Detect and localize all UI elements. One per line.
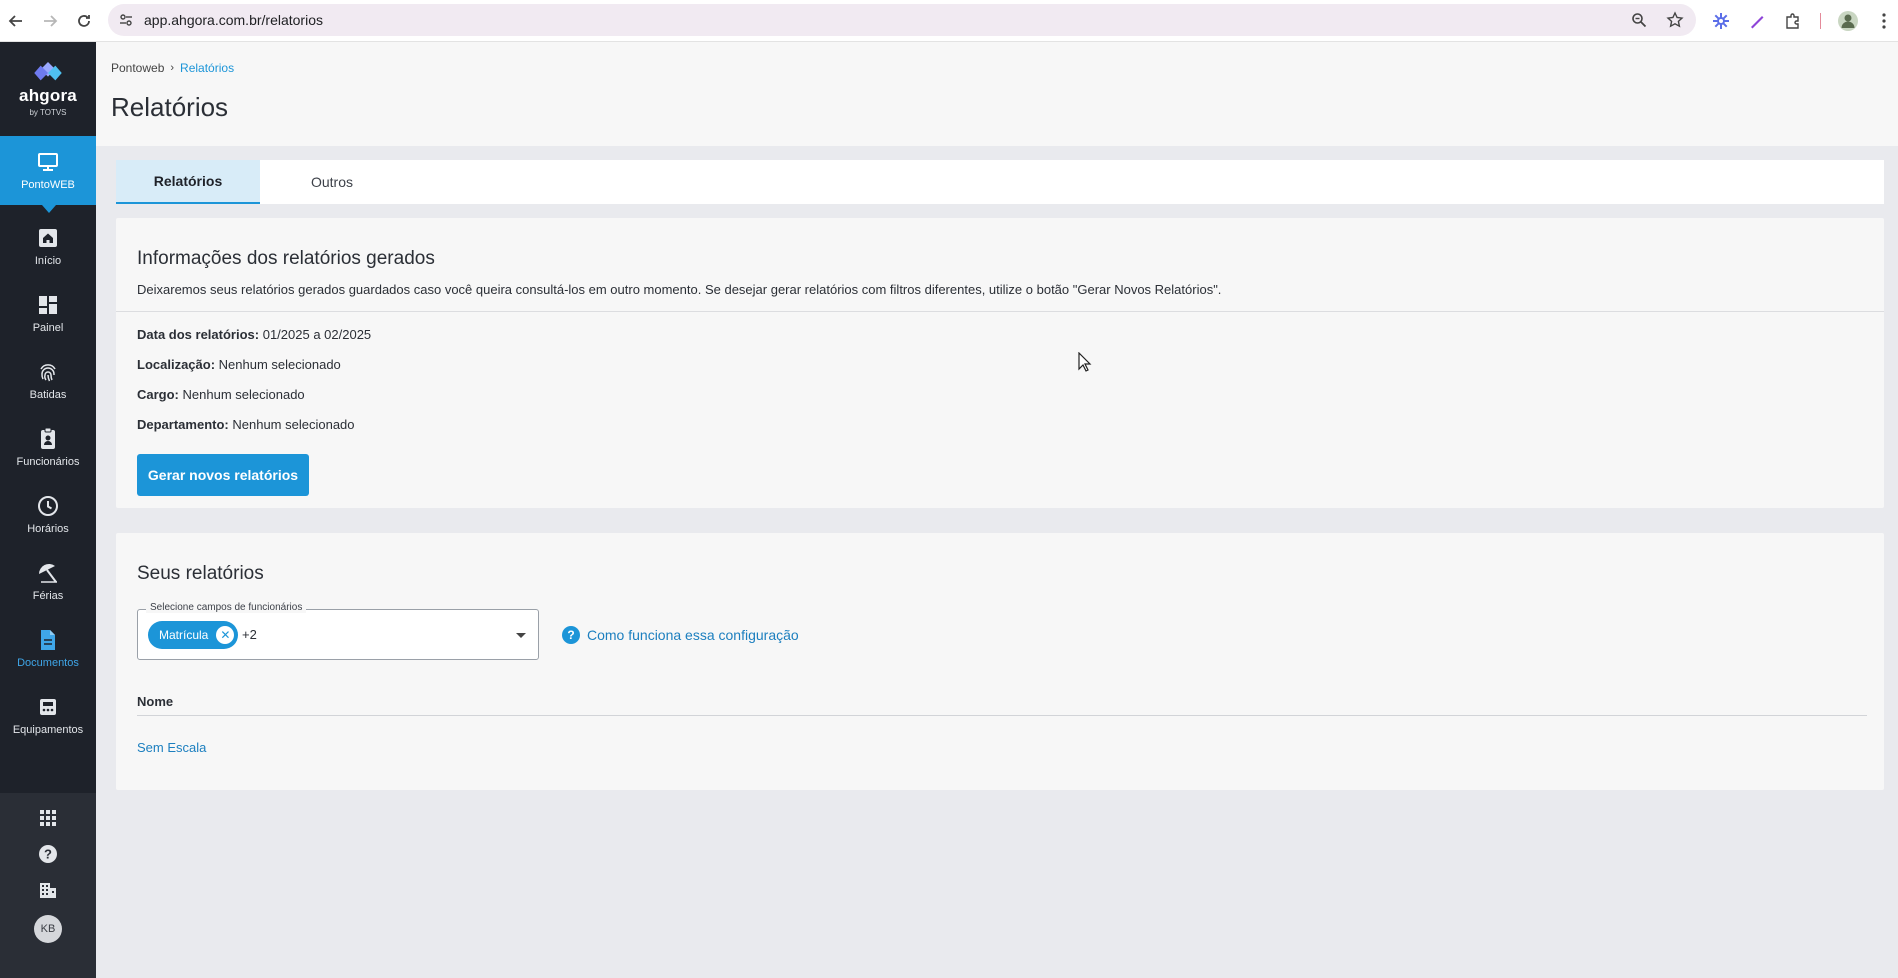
avatar[interactable]: KB — [34, 915, 62, 943]
detail-value: 01/2025 a 02/2025 — [262, 327, 372, 342]
info-card-description: Deixaremos seus relatórios gerados guard… — [137, 282, 1222, 297]
umbrella-icon — [37, 562, 59, 584]
sidebar-item-batidas[interactable]: Batidas — [0, 347, 96, 414]
sidebar-item-label: Equipamentos — [12, 723, 84, 736]
detail-row-location: Localização: Nenhum selecionado — [116, 350, 1884, 380]
tabs: Relatórios Outros — [116, 160, 1884, 204]
generate-reports-button[interactable]: Gerar novos relatórios — [137, 454, 309, 496]
help-link[interactable]: ? Como funciona essa configuração — [562, 626, 799, 644]
detail-label: Localização: — [137, 357, 216, 372]
sidebar-item-documentos[interactable]: Documentos — [0, 615, 96, 682]
apps-grid-icon[interactable] — [37, 807, 59, 829]
sidebar-item-label: Funcionários — [16, 455, 80, 468]
detail-value: Nenhum selecionado — [232, 417, 355, 432]
sidebar-item-inicio[interactable]: Início — [0, 213, 96, 280]
employee-fields-select[interactable]: Selecione campos de funcionários Matrícu… — [137, 602, 539, 660]
breadcrumb: Pontoweb › Relatórios — [111, 42, 1898, 75]
detail-row-role: Cargo: Nenhum selecionado — [116, 380, 1884, 410]
help-circle-icon[interactable]: ? — [37, 843, 59, 865]
back-icon[interactable] — [2, 7, 30, 35]
sidebar-item-painel[interactable]: Painel — [0, 280, 96, 347]
logo-mark-icon — [34, 61, 62, 80]
sidebar-item-pontoweb[interactable]: PontoWEB — [0, 136, 96, 213]
report-details: Data dos relatórios: 01/2025 a 02/2025 L… — [116, 312, 1884, 440]
page-title: Relatórios — [111, 92, 229, 122]
chevron-down-icon[interactable] — [516, 633, 526, 638]
toolbar-separator — [1820, 13, 1821, 29]
dashboard-icon — [37, 294, 59, 316]
sidebar-item-label: Início — [34, 254, 62, 267]
chip-remove-icon[interactable]: ✕ — [216, 626, 235, 644]
breadcrumb-pontoweb[interactable]: Pontoweb — [111, 61, 164, 75]
site-settings-icon[interactable] — [118, 12, 134, 33]
question-icon: ? — [562, 626, 580, 644]
monitor-icon — [37, 151, 59, 173]
column-header-nome: Nome — [137, 694, 174, 709]
table-divider — [137, 715, 1867, 716]
browser-toolbar: app.ahgora.com.br/relatorios — [0, 0, 1898, 42]
sidebar-item-ferias[interactable]: Férias — [0, 548, 96, 615]
help-link-label: Como funciona essa configuração — [587, 627, 799, 643]
ahgora-logo[interactable]: ahgora by TOTVS — [0, 42, 96, 136]
url-text: app.ahgora.com.br/relatorios — [144, 12, 323, 28]
report-row-link[interactable]: Sem Escala — [137, 740, 206, 755]
detail-label: Departamento: — [137, 417, 229, 432]
detail-label: Cargo: — [137, 387, 179, 402]
home-icon — [37, 227, 59, 249]
sidebar-item-equipamentos[interactable]: Equipamentos — [0, 682, 96, 749]
clock-icon — [37, 495, 59, 517]
mouse-cursor-icon — [1078, 352, 1092, 372]
tab-relatorios[interactable]: Relatórios — [116, 160, 260, 204]
breadcrumb-separator-icon: › — [170, 62, 175, 74]
selected-chip: Matrícula ✕ — [148, 621, 239, 649]
detail-row-date: Data dos relatórios: 01/2025 a 02/2025 — [116, 320, 1884, 350]
forward-icon[interactable] — [36, 7, 64, 35]
breadcrumb-current: Relatórios — [180, 61, 235, 75]
sidebar-footer: ? KB — [0, 793, 96, 978]
fingerprint-icon — [37, 361, 59, 383]
zoom-icon[interactable] — [1628, 9, 1650, 31]
badge-icon — [37, 427, 59, 450]
bookmark-star-icon[interactable] — [1664, 9, 1686, 31]
logo-name: ahgora — [19, 85, 77, 105]
profile-icon[interactable] — [1837, 10, 1859, 32]
info-card: Informações dos relatórios gerados Deixa… — [116, 218, 1884, 508]
detail-value: Nenhum selecionado — [182, 387, 305, 402]
sidebar-item-funcionarios[interactable]: Funcionários — [0, 414, 96, 481]
sidebar-item-label: Férias — [32, 589, 64, 602]
sidebar-item-label: PontoWEB — [21, 178, 75, 191]
sidebar-item-label: Documentos — [17, 656, 79, 669]
more-selected-count: +2 — [242, 627, 257, 642]
extension-gear-icon[interactable] — [1710, 10, 1732, 32]
sidebar: ahgora by TOTVS PontoWEB Início Painel B… — [0, 42, 96, 978]
sidebar-item-label: Batidas — [29, 388, 67, 401]
device-icon — [37, 696, 59, 718]
detail-label: Data dos relatórios: — [137, 327, 260, 342]
document-icon — [37, 629, 59, 651]
building-icon[interactable] — [37, 879, 59, 901]
detail-value: Nenhum selecionado — [218, 357, 341, 372]
browser-menu-icon[interactable] — [1873, 10, 1895, 32]
page-header: Pontoweb › Relatórios Relatórios — [96, 42, 1898, 146]
select-label: Selecione campos de funcionários — [146, 602, 307, 613]
main-content: Pontoweb › Relatórios Relatórios Relatór… — [96, 42, 1898, 978]
reload-icon[interactable] — [70, 7, 98, 35]
address-bar[interactable]: app.ahgora.com.br/relatorios — [108, 4, 1696, 36]
sidebar-item-label: Painel — [32, 321, 64, 334]
extensions-puzzle-icon[interactable] — [1782, 10, 1804, 32]
svg-text:?: ? — [44, 847, 52, 862]
info-card-title: Informações dos relatórios gerados — [137, 248, 435, 269]
chip-label: Matrícula — [159, 628, 209, 642]
detail-row-department: Departamento: Nenhum selecionado — [116, 410, 1884, 440]
sidebar-item-horarios[interactable]: Horários — [0, 481, 96, 548]
reports-card: Seus relatórios Selecione campos de func… — [116, 533, 1884, 790]
tab-outros[interactable]: Outros — [260, 160, 404, 204]
reports-card-title: Seus relatórios — [137, 563, 264, 584]
logo-by: by TOTVS — [29, 107, 67, 117]
sidebar-item-label: Horários — [27, 522, 69, 535]
extension-pen-icon[interactable] — [1746, 10, 1768, 32]
